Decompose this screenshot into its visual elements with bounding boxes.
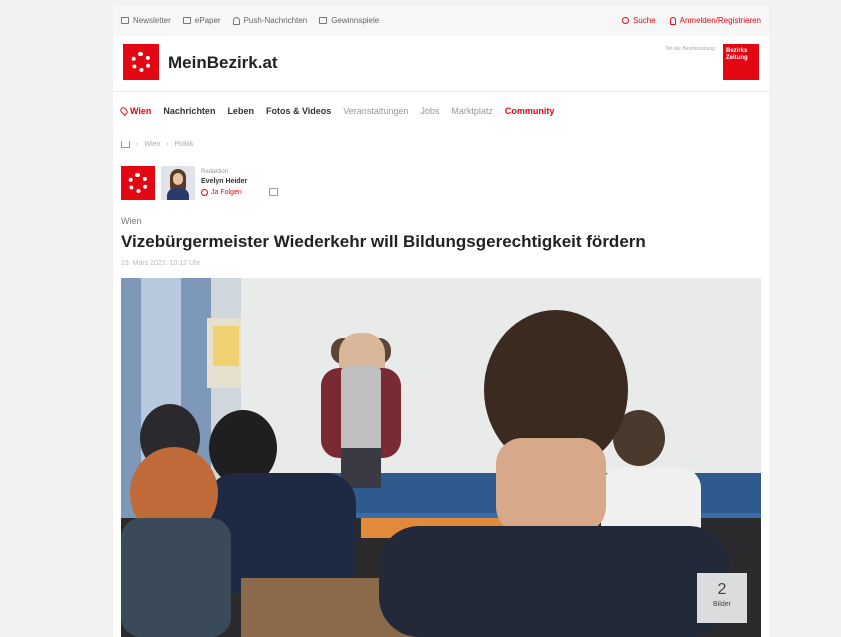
site-logo[interactable] [123, 44, 159, 80]
image-counter[interactable]: 2 Bilder [697, 573, 747, 623]
follow-button[interactable]: Ja Folgen [201, 189, 242, 196]
nav-item-leben[interactable]: Leben [227, 106, 254, 116]
logo-ring-icon [128, 173, 148, 193]
bezirkszeitung-logo[interactable]: Bezirks Zeitung [723, 44, 759, 80]
author-role: Redaktion [201, 169, 229, 175]
classroom-photo [121, 278, 761, 637]
article-title: Vizebürgermeister Wiederkehr will Bildun… [121, 232, 646, 251]
nav-item-jobs[interactable]: Jobs [420, 106, 439, 116]
article-date: 23. März 2022, 10:12 Uhr [121, 260, 201, 267]
header-note: Teil der Bezirkszeitung [664, 46, 715, 52]
message-icon[interactable] [269, 188, 278, 196]
site-header: MeinBezirk.at Teil der Bezirkszeitung Be… [113, 36, 769, 92]
page: Newsletter ePaper Push-Nachrichten Gewin… [113, 6, 769, 637]
bell-icon [232, 16, 240, 25]
gewinnspiele-link[interactable]: Gewinnspiele [319, 16, 379, 25]
newsletter-link[interactable]: Newsletter [121, 16, 171, 25]
author-avatar[interactable] [161, 166, 195, 200]
nav-item-nachrichten[interactable]: Nachrichten [163, 106, 215, 116]
search-link[interactable]: Suche [621, 16, 656, 25]
push-link[interactable]: Push-Nachrichten [232, 16, 307, 25]
mail-icon [121, 17, 129, 24]
plus-icon [201, 189, 208, 196]
nav-location[interactable]: Wien [119, 106, 151, 116]
breadcrumb-item-politik[interactable]: Politik [175, 141, 194, 148]
article-hero-image[interactable]: 2 Bilder [121, 278, 761, 637]
location-pin-icon [119, 106, 129, 116]
logo-ring-icon [131, 52, 151, 72]
gift-icon [319, 17, 328, 24]
publisher-logo[interactable] [121, 166, 155, 200]
breadcrumb-item-wien[interactable]: Wien [144, 141, 160, 148]
site-logo-text[interactable]: MeinBezirk.at [168, 53, 278, 73]
author-name[interactable]: Evelyn Heider [201, 178, 247, 185]
login-link[interactable]: Anmelden/Registrieren [669, 16, 761, 25]
home-icon[interactable] [121, 141, 130, 148]
nav-item-community[interactable]: Community [505, 106, 555, 116]
nav-item-marktplatz[interactable]: Marktplatz [451, 106, 493, 116]
nav-item-veranstaltungen[interactable]: Veranstaltungen [343, 106, 408, 116]
author-box: Redaktion Evelyn Heider Ja Folgen [121, 166, 521, 206]
newspaper-icon [182, 17, 191, 24]
top-bar: Newsletter ePaper Push-Nachrichten Gewin… [113, 6, 769, 36]
breadcrumb: › Wien › Politik [121, 141, 193, 148]
nav-item-fotos-videos[interactable]: Fotos & Videos [266, 106, 331, 116]
user-icon [669, 16, 676, 25]
article-category[interactable]: Wien [121, 216, 142, 226]
epaper-link[interactable]: ePaper [182, 16, 221, 25]
search-icon [621, 17, 629, 24]
main-nav: Wien Nachrichten Leben Fotos & Videos Ve… [113, 98, 769, 124]
